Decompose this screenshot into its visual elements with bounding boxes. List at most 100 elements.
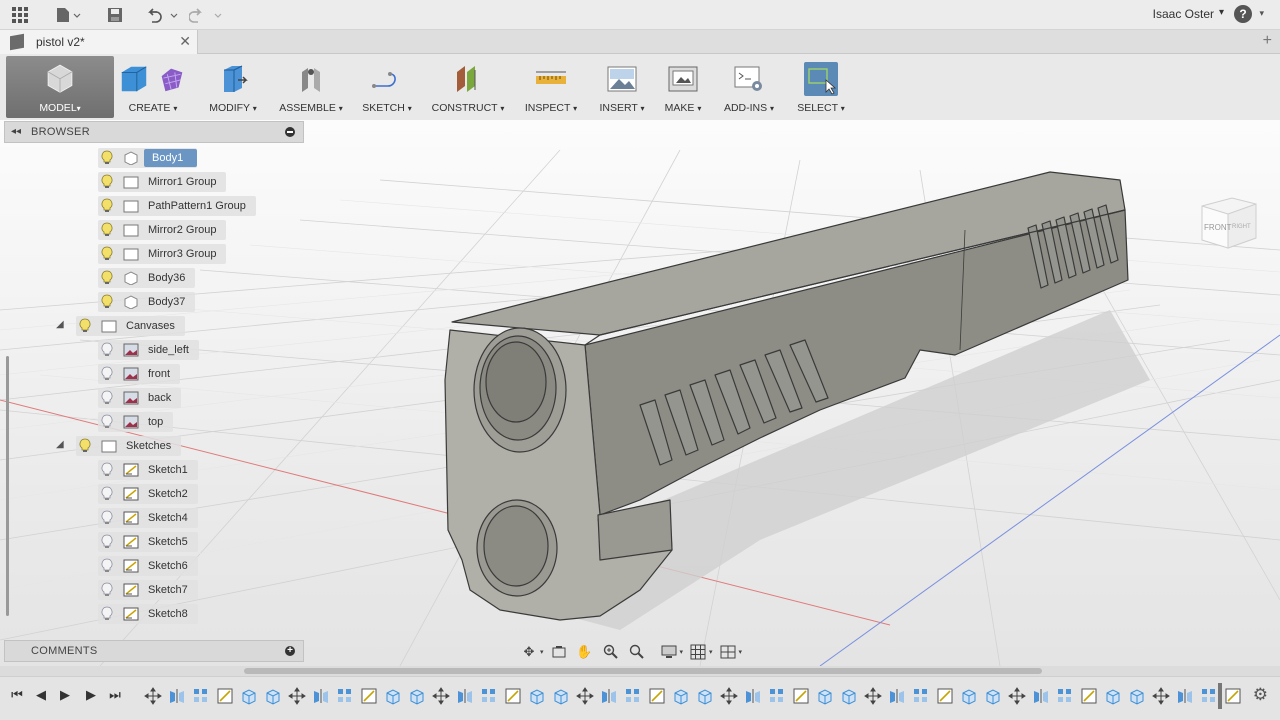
- timeline-fillet-feature-icon[interactable]: [1128, 687, 1146, 705]
- browser-node[interactable]: side_left: [98, 340, 199, 360]
- visibility-bulb-icon[interactable]: [98, 509, 116, 527]
- assemble-menu[interactable]: ASSEMBLE ▾: [276, 58, 346, 116]
- visibility-bulb-icon[interactable]: [76, 437, 94, 455]
- timeline-fillet-feature-icon[interactable]: [264, 687, 282, 705]
- browser-node[interactable]: top: [98, 412, 174, 432]
- timeline-fillet-feature-icon[interactable]: [408, 687, 426, 705]
- browser-node[interactable]: Body37: [98, 292, 196, 312]
- viewports-icon[interactable]: [717, 642, 739, 662]
- construct-menu[interactable]: CONSTRUCT ▾: [428, 58, 508, 116]
- inspect-menu[interactable]: INSPECT ▾: [522, 58, 580, 116]
- timeline-pattern-feature-icon[interactable]: [768, 687, 786, 705]
- timeline-sketch-feature-icon[interactable]: [792, 687, 810, 705]
- browser-node[interactable]: Canvases: [76, 316, 185, 336]
- timeline-fillet-feature-icon[interactable]: [696, 687, 714, 705]
- timeline-mirror-feature-icon[interactable]: [1032, 687, 1050, 705]
- visibility-bulb-icon[interactable]: [98, 197, 116, 215]
- timeline-marker[interactable]: [1218, 683, 1222, 709]
- timeline-extrude-feature-icon[interactable]: [672, 687, 690, 705]
- browser-node[interactable]: Mirror2 Group: [98, 220, 227, 240]
- visibility-bulb-icon[interactable]: [98, 341, 116, 359]
- file-menu-icon[interactable]: [54, 4, 82, 26]
- browser-node[interactable]: Sketch8: [98, 604, 198, 624]
- viewports-dropdown-icon[interactable]: ▾: [739, 648, 743, 656]
- browser-node[interactable]: front: [98, 364, 181, 384]
- timeline-pattern-feature-icon[interactable]: [1056, 687, 1074, 705]
- look-at-icon[interactable]: [548, 642, 570, 662]
- timeline-mirror-feature-icon[interactable]: [888, 687, 906, 705]
- scrollbar-thumb[interactable]: [244, 668, 1042, 674]
- browser-node[interactable]: Sketch5: [98, 532, 198, 552]
- visibility-bulb-icon[interactable]: [98, 485, 116, 503]
- close-tab-icon[interactable]: ✕: [179, 33, 191, 50]
- browser-panel-header[interactable]: ◂◂ BROWSER: [4, 121, 304, 143]
- timeline-extrude-feature-icon[interactable]: [528, 687, 546, 705]
- browser-node[interactable]: Body36: [98, 268, 196, 288]
- collapse-panel-icon[interactable]: ◂◂: [11, 126, 21, 137]
- browser-node[interactable]: PathPattern1 Group: [98, 196, 256, 216]
- timeline-play-icon[interactable]: ▶: [56, 686, 74, 704]
- visibility-bulb-icon[interactable]: [98, 149, 116, 167]
- visibility-bulb-icon[interactable]: [98, 557, 116, 575]
- browser-node[interactable]: back: [98, 388, 182, 408]
- timeline-extrude-feature-icon[interactable]: [960, 687, 978, 705]
- visibility-bulb-icon[interactable]: [98, 269, 116, 287]
- browser-node[interactable]: Sketch7: [98, 580, 198, 600]
- timeline-mirror-feature-icon[interactable]: [1176, 687, 1194, 705]
- timeline-sketch-feature-icon[interactable]: [216, 687, 234, 705]
- timeline-sketch-feature-icon[interactable]: [936, 687, 954, 705]
- timeline-pattern-feature-icon[interactable]: [624, 687, 642, 705]
- timeline-pattern-feature-icon[interactable]: [1200, 687, 1218, 705]
- visibility-bulb-icon[interactable]: [98, 461, 116, 479]
- timeline-sketch-feature-icon[interactable]: [504, 687, 522, 705]
- timeline-pattern-feature-icon[interactable]: [192, 687, 210, 705]
- browser-node[interactable]: Sketch6: [98, 556, 198, 576]
- modify-menu[interactable]: MODIFY ▾: [200, 58, 266, 116]
- visibility-bulb-icon[interactable]: [98, 245, 116, 263]
- visibility-bulb-icon[interactable]: [98, 221, 116, 239]
- display-settings-icon[interactable]: [658, 642, 680, 662]
- timeline-extrude-feature-icon[interactable]: [384, 687, 402, 705]
- timeline-sketch-feature-icon[interactable]: [1080, 687, 1098, 705]
- browser-node[interactable]: Sketch2: [98, 484, 198, 504]
- workspace-switcher[interactable]: MODEL▾: [6, 56, 114, 118]
- timeline-mirror-feature-icon[interactable]: [312, 687, 330, 705]
- insert-menu[interactable]: INSERT ▾: [596, 58, 648, 116]
- view-cube[interactable]: FRONT RIGHT: [1198, 192, 1260, 252]
- help-chevron-icon[interactable]: ▾: [1259, 8, 1264, 19]
- data-panel-grid-icon[interactable]: [10, 4, 30, 26]
- timeline-extrude-feature-icon[interactable]: [1104, 687, 1122, 705]
- visibility-bulb-icon[interactable]: [76, 317, 94, 335]
- grid-settings-icon[interactable]: [687, 642, 709, 662]
- visibility-bulb-icon[interactable]: [98, 389, 116, 407]
- orbit-icon[interactable]: ✥: [518, 642, 540, 662]
- fit-icon[interactable]: [626, 642, 648, 662]
- document-tab[interactable]: pistol v2* ✕: [0, 30, 198, 54]
- browser-node[interactable]: Sketches: [76, 436, 182, 456]
- visibility-bulb-icon[interactable]: [98, 581, 116, 599]
- timeline-move-feature-icon[interactable]: [864, 687, 882, 705]
- pin-panel-icon[interactable]: [285, 127, 295, 137]
- visibility-bulb-icon[interactable]: [98, 173, 116, 191]
- orbit-dropdown-icon[interactable]: ▾: [540, 648, 544, 656]
- timeline-sketch-feature-icon[interactable]: [1224, 687, 1242, 705]
- visibility-bulb-icon[interactable]: [98, 605, 116, 623]
- sketch-menu[interactable]: SKETCH ▾: [356, 58, 418, 116]
- timeline-move-feature-icon[interactable]: [720, 687, 738, 705]
- undo-icon[interactable]: [144, 4, 180, 26]
- timeline-start-icon[interactable]: ⏮: [8, 686, 26, 704]
- select-menu[interactable]: SELECT ▾: [790, 58, 852, 116]
- timeline-mirror-feature-icon[interactable]: [456, 687, 474, 705]
- timeline-extrude-feature-icon[interactable]: [816, 687, 834, 705]
- visibility-bulb-icon[interactable]: [98, 533, 116, 551]
- zoom-icon[interactable]: [600, 642, 622, 662]
- visibility-bulb-icon[interactable]: [98, 293, 116, 311]
- timeline-move-feature-icon[interactable]: [1008, 687, 1026, 705]
- user-menu-chevron-icon[interactable]: ▾: [1219, 7, 1224, 18]
- timeline-move-feature-icon[interactable]: [576, 687, 594, 705]
- visibility-bulb-icon[interactable]: [98, 413, 116, 431]
- save-icon[interactable]: [104, 4, 126, 26]
- expand-sketches-icon[interactable]: ◢: [56, 439, 64, 450]
- timeline-move-feature-icon[interactable]: [144, 687, 162, 705]
- new-tab-icon[interactable]: +: [1263, 32, 1272, 50]
